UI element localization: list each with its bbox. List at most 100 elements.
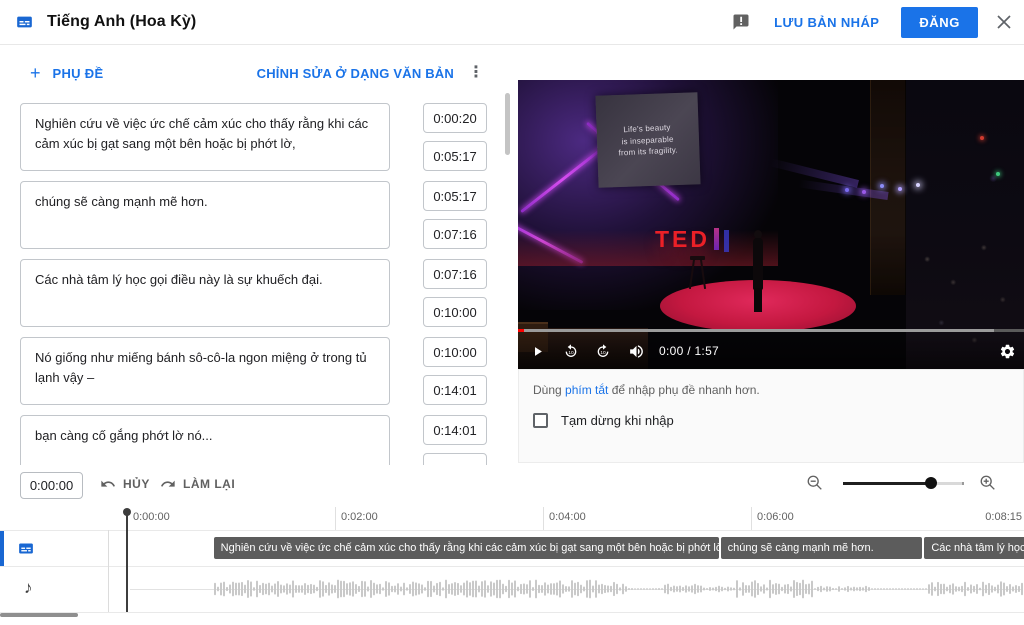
forward-10-icon[interactable]: 10: [595, 343, 611, 359]
subtitle-editor-app: Tiếng Anh (Hoa Kỳ) LƯU BẢN NHÁP ĐĂNG + P…: [0, 0, 1024, 625]
svg-text:10: 10: [600, 350, 606, 356]
ruler-label: 0:02:00: [341, 511, 378, 523]
cue-row: Nó giống như miếng bánh sô-cô-la ngon mi…: [20, 337, 512, 405]
kebab-menu-icon[interactable]: ⋮: [468, 65, 484, 81]
playhead-time-input[interactable]: 0:00:00: [20, 472, 83, 499]
ruler-end-label: 0:08:15: [985, 511, 1022, 523]
spotlight-dot: [996, 172, 1000, 176]
screen-quote: Life's beauty is inseparable from its fr…: [618, 121, 679, 159]
feedback-icon[interactable]: [732, 13, 750, 31]
playhead-handle[interactable]: [123, 508, 131, 516]
cue-start-time[interactable]: 0:07:16: [423, 259, 487, 289]
timeline-ruler[interactable]: 0:08:15 0:00:00 0:02:00 0:04:00 0:06:00: [0, 505, 1024, 530]
page-title: Tiếng Anh (Hoa Kỳ): [47, 13, 196, 31]
redo-button[interactable]: LÀM LẠI: [160, 476, 235, 492]
zoom-out-icon[interactable]: [806, 474, 824, 497]
subtitle-text-input[interactable]: chúng sẽ càng mạnh mẽ hơn.: [20, 181, 390, 249]
cue-end-time[interactable]: 0:10:00: [423, 297, 487, 327]
cue-end-time[interactable]: [423, 453, 487, 465]
subtitle-text-input[interactable]: Nó giống như miếng bánh sô-cô-la ngon mi…: [20, 337, 390, 405]
settings-gear-icon[interactable]: [999, 343, 1016, 360]
subtitle-track: Nghiên cứu về việc ức chế cảm xúc cho th…: [0, 531, 1024, 566]
cue-list-scrollbar[interactable]: [505, 93, 510, 155]
time-display: 0:00 / 1:57: [659, 344, 719, 358]
cue-row: chúng sẽ càng mạnh mẽ hơn. 0:05:17 0:07:16: [20, 181, 512, 249]
timeline-section: 0:00:00 HỦY LÀM LẠI 0:08:15 0:00:00 0:02:…: [0, 465, 1024, 625]
cue-start-time[interactable]: 0:14:01: [423, 415, 487, 445]
publish-button[interactable]: ĐĂNG: [901, 7, 978, 38]
subtitle-text-input[interactable]: Các nhà tâm lý học gọi điều này là sự kh…: [20, 259, 390, 327]
timeline-scrollbar[interactable]: [0, 613, 78, 617]
cue-start-time[interactable]: 0:05:17: [423, 181, 487, 211]
audience-area: [906, 80, 1024, 369]
undo-button[interactable]: HỦY: [100, 476, 150, 492]
cue-row: Nghiên cứu về việc ức chế cảm xúc cho th…: [20, 103, 512, 171]
undo-icon: [100, 476, 116, 492]
cue-list: Nghiên cứu về việc ức chế cảm xúc cho th…: [0, 103, 512, 465]
ruler-label: 0:04:00: [549, 511, 586, 523]
audio-track: ♪: [0, 567, 1024, 612]
video-player[interactable]: Life's beauty is inseparable from its fr…: [518, 80, 1024, 369]
cue-start-time[interactable]: 0:00:20: [423, 103, 487, 133]
ruler-tick: [543, 507, 544, 530]
playhead-line: [126, 512, 128, 612]
player-controls: 10 10 0:00 / 1:57: [518, 333, 1024, 369]
buffered-segment: [518, 329, 994, 332]
cue-end-time[interactable]: 0:14:01: [423, 375, 487, 405]
spotlight-dot: [880, 184, 884, 188]
subtitle-text-input[interactable]: bạn càng cố gắng phớt lờ nó...: [20, 415, 390, 465]
spotlight-dot: [862, 190, 866, 194]
ruler-tick: [751, 507, 752, 530]
ted-logo: TED: [655, 226, 710, 253]
pause-checkbox-label: Tạm dừng khi nhập: [561, 413, 674, 428]
cue-row: bạn càng cố gắng phớt lờ nó... 0:14:01: [20, 415, 512, 465]
ruler-label: 0:00:00: [133, 511, 170, 523]
zoom-slider-thumb[interactable]: [925, 477, 937, 489]
rewind-10-icon[interactable]: 10: [563, 343, 579, 359]
player-panel: Life's beauty is inseparable from its fr…: [512, 45, 1024, 465]
close-icon[interactable]: [996, 14, 1012, 30]
played-segment: [518, 329, 524, 332]
audio-waveform: [0, 567, 1024, 612]
subtitles-icon: [14, 14, 35, 30]
cue-blocks-lane: Nghiên cứu về việc ức chế cảm xúc cho th…: [109, 531, 1024, 566]
pause-while-typing-checkbox[interactable]: [533, 413, 548, 428]
svg-text:10: 10: [568, 350, 574, 356]
header-bar: Tiếng Anh (Hoa Kỳ) LƯU BẢN NHÁP ĐĂNG: [0, 0, 1024, 45]
stool: [688, 256, 708, 290]
edit-as-text-button[interactable]: CHỈNH SỬA Ở DẠNG VĂN BẢN: [257, 66, 454, 81]
spotlight-dot: [980, 136, 984, 140]
subtitle-track-icon: [16, 541, 36, 561]
play-button[interactable]: [530, 344, 545, 359]
shortcut-tip: Dùng phím tắt để nhập phụ đề nhanh hơn.: [533, 383, 1009, 397]
timeline-cue-block[interactable]: chúng sẽ càng mạnh mẽ hơn.: [721, 537, 923, 559]
cue-end-time[interactable]: 0:07:16: [423, 219, 487, 249]
subtitle-panel: + PHỤ ĐỀ CHỈNH SỬA Ở DẠNG VĂN BẢN ⋮ Nghi…: [0, 45, 512, 465]
spotlight-dot: [916, 183, 920, 187]
stage-back-glow: [518, 230, 778, 266]
plus-icon: +: [30, 64, 41, 82]
speaker-silhouette: [750, 230, 766, 312]
spotlight-dot: [845, 188, 849, 192]
track-header-separator: [108, 530, 109, 612]
video-progress-bar[interactable]: [518, 329, 1024, 332]
cue-start-time[interactable]: 0:10:00: [423, 337, 487, 367]
subtitle-text-input[interactable]: Nghiên cứu về việc ức chế cảm xúc cho th…: [20, 103, 390, 171]
stage-color-lights: [714, 228, 719, 250]
zoom-in-icon[interactable]: [979, 474, 997, 497]
cue-row: Các nhà tâm lý học gọi điều này là sự kh…: [20, 259, 512, 327]
tips-panel: Dùng phím tắt để nhập phụ đề nhanh hơn. …: [518, 369, 1024, 463]
volume-icon[interactable]: [628, 343, 645, 360]
ruler-label: 0:06:00: [757, 511, 794, 523]
redo-icon: [160, 476, 176, 492]
shortcut-link[interactable]: phím tắt: [565, 383, 608, 397]
cue-end-time[interactable]: 0:05:17: [423, 141, 487, 171]
timeline-cue-block[interactable]: Các nhà tâm lý học gọi điều này là sự kh…: [924, 537, 1024, 559]
projection-screen: Life's beauty is inseparable from its fr…: [595, 92, 700, 188]
timeline-cue-block[interactable]: Nghiên cứu về việc ức chế cảm xúc cho th…: [214, 537, 719, 559]
add-subtitle-button[interactable]: + PHỤ ĐỀ: [30, 64, 103, 82]
spotlight-dot: [898, 187, 902, 191]
ruler-tick: [335, 507, 336, 530]
zoom-slider[interactable]: [843, 477, 963, 489]
save-draft-button[interactable]: LƯU BẢN NHÁP: [766, 9, 887, 36]
